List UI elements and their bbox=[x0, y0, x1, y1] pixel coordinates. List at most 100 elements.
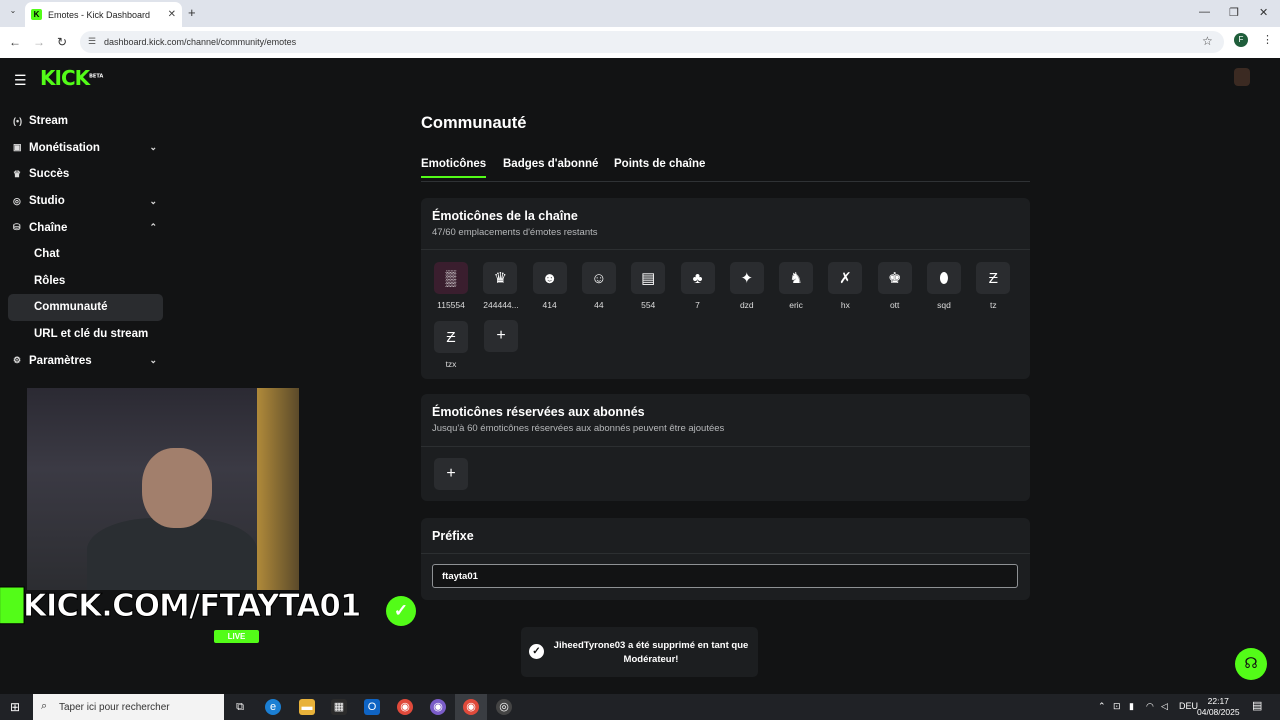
sidebar-item-chaine[interactable]: ⛁ Chaîne ⌃ bbox=[8, 214, 163, 241]
url-field[interactable]: ☰ dashboard.kick.com/channel/community/e… bbox=[80, 31, 1224, 53]
file-explorer-icon[interactable]: ▬ bbox=[299, 699, 315, 715]
task-view-icon[interactable]: ⧉ bbox=[232, 699, 248, 715]
emote-label: hx bbox=[840, 300, 850, 310]
emote-image: ♚ bbox=[877, 262, 912, 294]
language-indicator[interactable]: DEU bbox=[1179, 701, 1198, 711]
studio-icon: ◎ bbox=[13, 195, 21, 206]
browser-menu-icon[interactable]: ⋮ bbox=[1262, 33, 1273, 46]
clock[interactable]: 22:17 04/08/2025 bbox=[1197, 696, 1240, 718]
close-tab-icon[interactable]: ✕ bbox=[168, 9, 176, 20]
tab-badges-abonne[interactable]: Badges d'abonné bbox=[503, 158, 598, 170]
prefix-card: Préfixe ftayta01 bbox=[421, 518, 1030, 600]
support-chat-button[interactable]: ☊ bbox=[1235, 648, 1267, 680]
chevron-down-icon: ⌄ bbox=[149, 355, 157, 366]
edge-icon[interactable]: e bbox=[265, 699, 281, 715]
user-avatar[interactable] bbox=[1234, 68, 1250, 86]
emote-item[interactable]: ✗ hx bbox=[828, 262, 863, 310]
card-title: Émoticônes réservées aux abonnés bbox=[432, 405, 645, 419]
emote-image: ☺ bbox=[581, 262, 616, 294]
reload-icon[interactable]: ↻ bbox=[57, 35, 67, 49]
emote-label: ott bbox=[889, 300, 900, 310]
sidebar-item-stream[interactable]: (•) Stream bbox=[8, 108, 163, 135]
browser-tab[interactable]: K Emotes - Kick Dashboard ✕ bbox=[25, 2, 182, 27]
verified-badge-icon: ✓ bbox=[386, 596, 416, 626]
tray-app-icon[interactable]: ⊡ bbox=[1113, 701, 1121, 712]
store-icon[interactable]: ▦ bbox=[331, 699, 347, 715]
back-icon[interactable]: ← bbox=[9, 35, 21, 49]
tab-title: Emotes - Kick Dashboard bbox=[48, 9, 151, 20]
hamburger-menu-icon[interactable]: ☰ bbox=[14, 72, 27, 89]
browser-tab-strip: ⌄ K Emotes - Kick Dashboard ✕ + — ❐ ✕ bbox=[0, 0, 1280, 27]
emote-image: ♞ bbox=[779, 262, 814, 294]
prefix-input[interactable]: ftayta01 bbox=[432, 564, 1018, 588]
site-info-icon[interactable]: ☰ bbox=[88, 36, 96, 47]
chevron-down-icon: ⌄ bbox=[149, 195, 157, 206]
battery-icon[interactable]: ▮ bbox=[1129, 701, 1134, 712]
emote-item[interactable]: ✦ dzd bbox=[729, 262, 764, 310]
chevron-down-icon: ⌄ bbox=[149, 142, 157, 153]
emote-item[interactable]: ♞ eric bbox=[779, 262, 814, 310]
volume-icon[interactable]: ◁ bbox=[1161, 701, 1168, 712]
card-title: Préfixe bbox=[432, 529, 474, 543]
emote-label: sqd bbox=[937, 300, 951, 310]
add-subscriber-emote-button[interactable]: + bbox=[434, 458, 468, 490]
new-tab-icon[interactable]: + bbox=[188, 5, 196, 20]
bookmark-star-icon[interactable]: ☆ bbox=[1202, 34, 1213, 48]
emote-image: ☻ bbox=[532, 262, 567, 294]
url-text: dashboard.kick.com/channel/community/emo… bbox=[104, 37, 297, 47]
add-emote-button[interactable]: + bbox=[484, 320, 518, 352]
profile-avatar[interactable]: F bbox=[1234, 33, 1248, 47]
toast-notification: ✓ JiheedTyrone03 a été supprimé en tant … bbox=[521, 627, 758, 677]
tray-chevron-up-icon[interactable]: ⌃ bbox=[1098, 701, 1106, 712]
chrome-profile-icon[interactable]: ◉ bbox=[430, 699, 446, 715]
outlook-icon[interactable]: O bbox=[364, 699, 380, 715]
taskbar-search[interactable]: ⌕ Taper ici pour rechercher bbox=[33, 694, 224, 720]
notifications-icon[interactable]: ▤ bbox=[1252, 699, 1262, 712]
sidebar: (•) Stream ▣ Monétisation ⌄ ♛ Succès ◎ Studio… bbox=[8, 108, 163, 374]
emote-item[interactable]: ⬮ sqd bbox=[927, 262, 961, 310]
emote-image: ✦ bbox=[729, 262, 764, 294]
wifi-icon[interactable]: ◠ bbox=[1146, 701, 1154, 712]
emote-item[interactable]: ▒ 115554 bbox=[434, 262, 468, 310]
chrome-active-icon[interactable]: ◉ bbox=[463, 699, 479, 715]
emote-label: dzd bbox=[739, 300, 754, 310]
emote-image: Ƶ bbox=[434, 321, 468, 353]
sidebar-item-monetisation[interactable]: ▣ Monétisation ⌄ bbox=[8, 135, 163, 162]
emote-item[interactable]: ♛ 244444... bbox=[483, 262, 519, 310]
obs-icon[interactable]: ◎ bbox=[496, 699, 512, 715]
emote-image: ▒ bbox=[434, 262, 468, 294]
sidebar-item-stream-url-key[interactable]: URL et clé du stream bbox=[8, 321, 163, 348]
sidebar-item-roles[interactable]: Rôles bbox=[8, 268, 163, 295]
windows-start-icon[interactable]: ⊞ bbox=[10, 700, 20, 714]
sidebar-item-studio[interactable]: ◎ Studio ⌄ bbox=[8, 188, 163, 215]
emote-label: 115554 bbox=[437, 300, 465, 310]
emote-item[interactable]: ☺ 44 bbox=[581, 262, 616, 310]
toast-message: JiheedTyrone03 a été supprimé en tant qu… bbox=[553, 640, 749, 665]
minimize-icon[interactable]: — bbox=[1199, 6, 1210, 18]
tab-emoticones[interactable]: Emoticônes bbox=[421, 158, 487, 178]
tab-search-icon[interactable]: ⌄ bbox=[6, 6, 20, 20]
windows-taskbar: ⊞ ⌕ Taper ici pour rechercher ⧉ e ▬ ▦ O … bbox=[0, 694, 1280, 720]
restore-icon[interactable]: ❐ bbox=[1229, 6, 1239, 19]
channel-icon: ⛁ bbox=[13, 222, 21, 233]
close-window-icon[interactable]: ✕ bbox=[1259, 6, 1268, 19]
sidebar-item-chat[interactable]: Chat bbox=[8, 241, 163, 268]
emote-image: ⬮ bbox=[927, 262, 961, 294]
kick-logo[interactable]: KICKBETA bbox=[40, 66, 103, 90]
emote-item[interactable]: ☻ 414 bbox=[532, 262, 567, 310]
forward-icon[interactable]: → bbox=[33, 35, 45, 49]
gear-icon: ⚙ bbox=[13, 355, 22, 366]
tab-points-chaine[interactable]: Points de chaîne bbox=[614, 158, 705, 170]
emote-item[interactable]: ♣ 7 bbox=[680, 262, 715, 310]
emote-image: ▤ bbox=[631, 262, 666, 294]
sidebar-item-communaute[interactable]: Communauté bbox=[8, 294, 163, 321]
chrome-icon[interactable]: ◉ bbox=[397, 699, 413, 715]
emote-label: 414 bbox=[542, 300, 557, 310]
emote-item[interactable]: Ƶtzx bbox=[434, 321, 468, 369]
sidebar-item-parametres[interactable]: ⚙ Paramètres ⌄ bbox=[8, 347, 163, 374]
emote-item[interactable]: Ƶtz bbox=[976, 262, 1011, 310]
sidebar-item-succes[interactable]: ♛ Succès bbox=[8, 161, 163, 188]
emote-item[interactable]: ♚ ott bbox=[877, 262, 912, 310]
taskbar-search-placeholder: Taper ici pour rechercher bbox=[59, 702, 170, 713]
emote-item[interactable]: ▤ 554 bbox=[631, 262, 666, 310]
